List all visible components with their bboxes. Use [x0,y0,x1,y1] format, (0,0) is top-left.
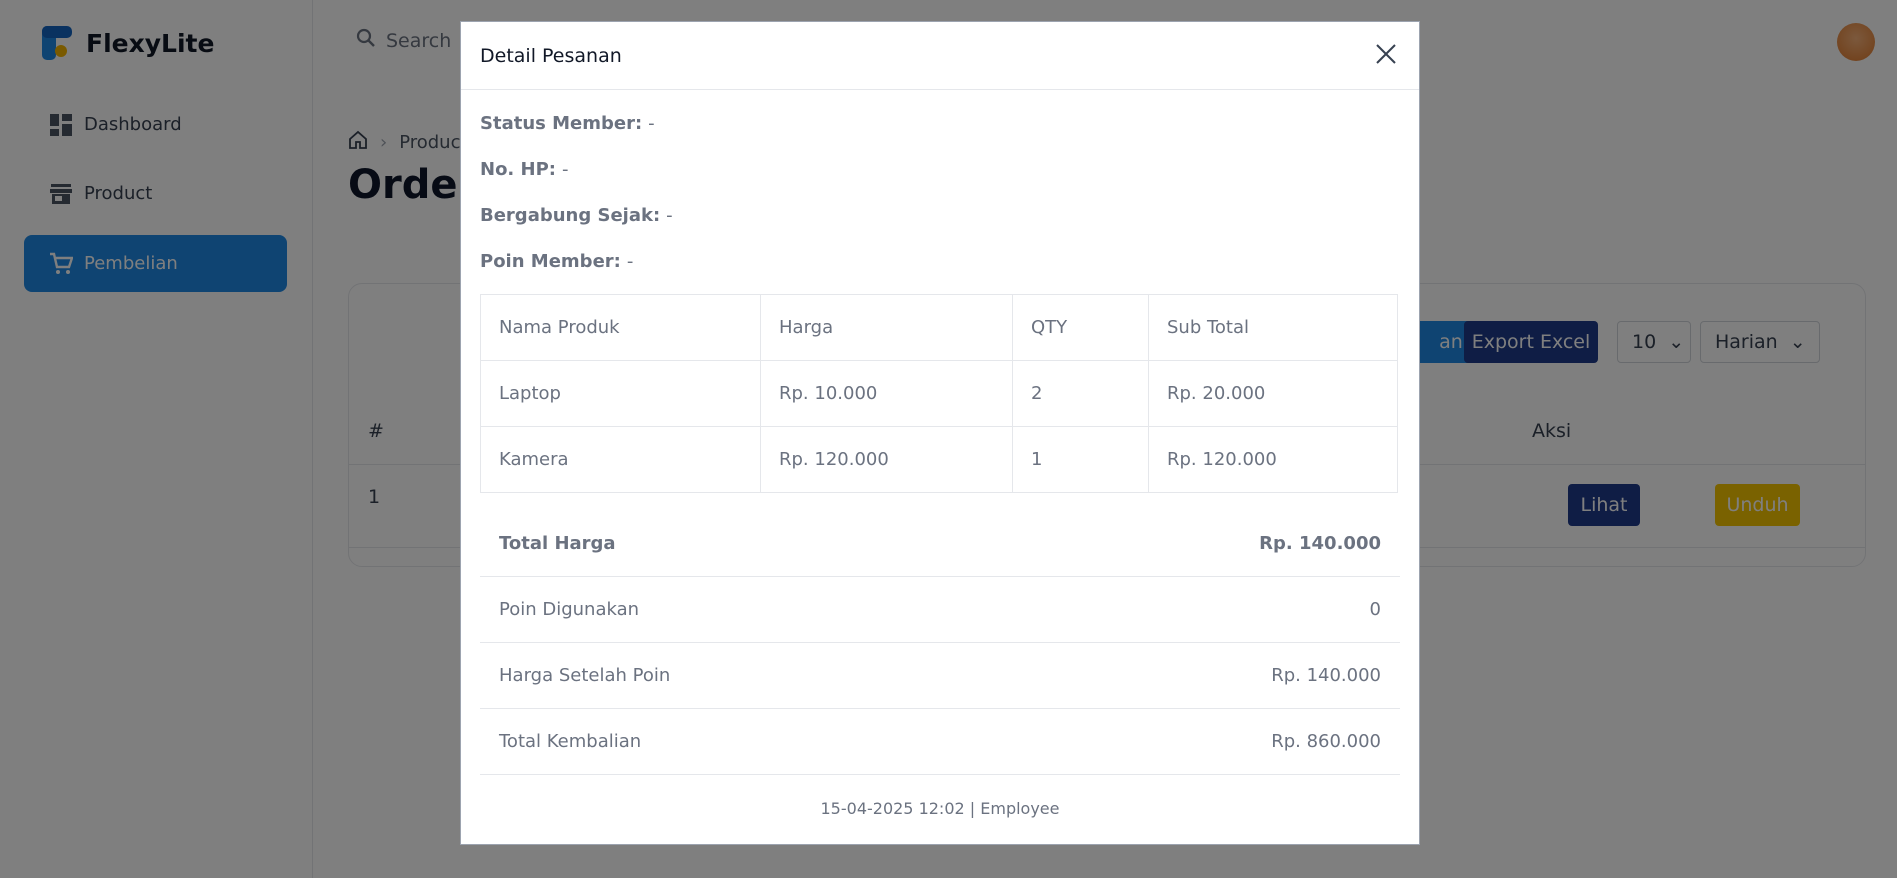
info-phone: No. HP: - [480,146,1400,192]
column-header: Harga [760,294,1013,361]
modal-header: Detail Pesanan [461,22,1419,90]
summary-price-after-points: Harga Setelah Poin Rp. 140.000 [480,643,1400,709]
table-cell: Rp. 120.000 [760,426,1013,493]
info-member-points: Poin Member: - [480,238,1400,284]
table-cell: 1 [1012,426,1149,493]
info-value: - [626,250,634,272]
summary-value: Rp. 860.000 [1271,731,1381,752]
order-timestamp: 15-04-2025 12:02 | Employee [820,799,1060,818]
column-header: Sub Total [1148,294,1398,361]
modal-title: Detail Pesanan [480,44,622,67]
table-cell: Rp. 10.000 [760,360,1013,427]
order-detail-modal: Detail Pesanan Status Member: - No. HP: … [460,21,1420,845]
info-label: Status Member: [480,112,643,134]
info-joined-since: Bergabung Sejak: - [480,192,1400,238]
order-items-table: Nama Produk Harga QTY Sub Total Laptop R… [480,294,1398,493]
summary-value: Rp. 140.000 [1259,533,1381,554]
table-row: Kamera Rp. 120.000 1 Rp. 120.000 [480,426,1398,493]
summary-label: Poin Digunakan [499,599,640,620]
table-cell: Kamera [480,426,761,493]
modal-body: Status Member: - No. HP: - Bergabung Sej… [461,100,1419,818]
column-header: Nama Produk [480,294,761,361]
summary-value: 0 [1369,599,1381,620]
info-label: Bergabung Sejak: [480,204,661,226]
table-cell: Rp. 20.000 [1148,360,1398,427]
summary-total-price: Total Harga Rp. 140.000 [480,511,1400,577]
summary-value: Rp. 140.000 [1271,665,1381,686]
info-value: - [666,204,673,226]
order-summary: Total Harga Rp. 140.000 Poin Digunakan 0… [480,511,1400,775]
info-status-member: Status Member: - [480,100,1400,146]
info-label: No. HP: [480,158,556,180]
info-label: Poin Member: [480,250,621,272]
summary-total-change: Total Kembalian Rp. 860.000 [480,709,1400,775]
info-value: - [562,158,569,180]
summary-label: Harga Setelah Poin [499,665,671,686]
table-cell: Rp. 120.000 [1148,426,1398,493]
close-button[interactable] [1372,42,1400,70]
info-value: - [648,112,655,134]
close-icon [1375,43,1397,69]
table-row: Laptop Rp. 10.000 2 Rp. 20.000 [480,360,1398,427]
summary-points-used: Poin Digunakan 0 [480,577,1400,643]
summary-label: Total Harga [499,533,616,554]
table-cell: 2 [1012,360,1149,427]
table-header-row: Nama Produk Harga QTY Sub Total [480,294,1398,361]
summary-label: Total Kembalian [499,731,642,752]
table-cell: Laptop [480,360,761,427]
column-header: QTY [1012,294,1149,361]
